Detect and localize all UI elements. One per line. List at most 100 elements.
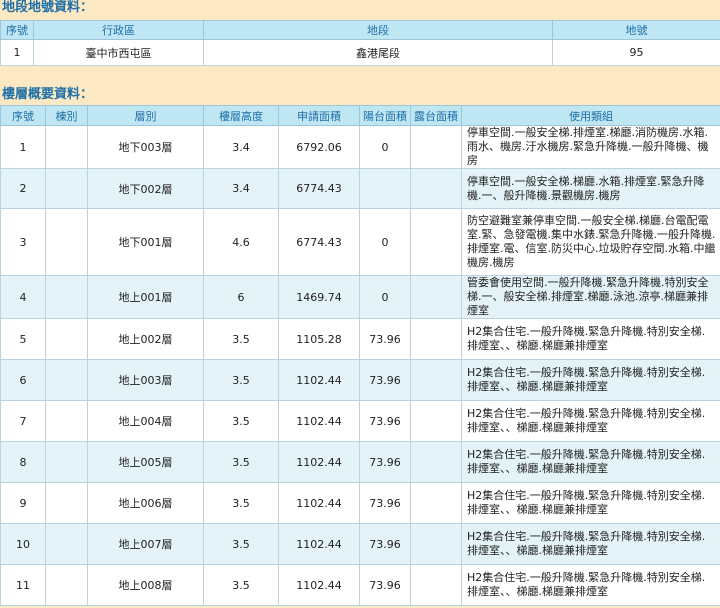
land-header-index: 序號 (0, 20, 34, 40)
floor-cell-balcony: 73.96 (359, 564, 411, 606)
floor-header-area: 申請面積 (278, 105, 360, 126)
floor-cell-usage: H2集合住宅.一般升降機.緊急升降機.特別安全梯.排煙室、、梯廳.梯廳兼排煙室 (461, 523, 720, 565)
floor-cell-index: 8 (0, 441, 46, 483)
floor-cell-height: 3.5 (203, 482, 279, 524)
floor-row: 10 地上007層 3.5 1102.44 73.96 H2集合住宅.一般升降機.緊急升降… (0, 523, 720, 565)
floor-cell-terrace (410, 275, 462, 319)
land-table: 序號 行政區 地段 地號 1 臺中市西屯區 鑫港尾段 95 (0, 20, 720, 66)
floor-cell-index: 5 (0, 318, 46, 360)
floor-header-height: 樓層高度 (203, 105, 279, 126)
floor-cell-building (45, 208, 88, 276)
floor-row: 7 地上004層 3.5 1102.44 73.96 H2集合住宅.一般升降機.緊急升降機… (0, 400, 720, 442)
floor-cell-height: 4.6 (203, 208, 279, 276)
floor-row: 1 地下003層 3.4 6792.06 0 停車空間.一般安全梯.排煙室.梯廳.消防機房… (0, 125, 720, 169)
floor-cell-usage: 停車空間.一般安全梯.梯廳.水箱.排煙室.緊急升降機.一、般升降機.景觀機房.機… (461, 168, 720, 209)
floor-cell-terrace (410, 125, 462, 169)
floor-cell-building (45, 125, 88, 169)
floor-cell-usage: H2集合住宅.一般升降機.緊急升降機.特別安全梯.排煙室、、梯廳.梯廳兼排煙室 (461, 441, 720, 483)
floor-header-level: 層別 (87, 105, 204, 126)
floor-cell-index: 2 (0, 168, 46, 209)
floor-cell-terrace (410, 523, 462, 565)
floor-cell-building (45, 168, 88, 209)
land-cell-index: 1 (0, 39, 34, 66)
floor-row: 2 地下002層 3.4 6774.43 停車空間.一般安全梯.梯廳.水箱.排煙室.緊急… (0, 168, 720, 209)
floor-cell-usage: 停車空間.一般安全梯.排煙室.梯廳.消防機房.水箱.雨水、機房.汙水機房.緊急升… (461, 125, 720, 169)
floor-cell-usage: H2集合住宅.一般升降機.緊急升降機.特別安全梯.排煙室、、梯廳.梯廳兼排煙室 (461, 400, 720, 442)
floor-cell-area: 1102.44 (278, 400, 360, 442)
floor-cell-area: 1102.44 (278, 482, 360, 524)
floor-row: 8 地上005層 3.5 1102.44 73.96 H2集合住宅.一般升降機.緊急升降機… (0, 441, 720, 483)
floor-header-terrace: 露台面積 (410, 105, 462, 126)
floor-cell-index: 10 (0, 523, 46, 565)
floor-cell-building (45, 523, 88, 565)
land-section-title: 地段地號資料： (2, 0, 94, 15)
floor-cell-building (45, 318, 88, 360)
land-cell-section: 鑫港尾段 (203, 39, 553, 66)
floor-cell-index: 11 (0, 564, 46, 606)
floor-cell-level: 地上005層 (87, 441, 204, 483)
floor-cell-index: 6 (0, 359, 46, 401)
floor-cell-building (45, 359, 88, 401)
floor-cell-area: 6792.06 (278, 125, 360, 169)
floor-cell-level: 地下002層 (87, 168, 204, 209)
floor-cell-terrace (410, 208, 462, 276)
floor-section-title: 樓層概要資料： (2, 87, 94, 102)
floor-cell-area: 1469.74 (278, 275, 360, 319)
floor-cell-balcony: 73.96 (359, 400, 411, 442)
floor-cell-usage: H2集合住宅.一般升降機.緊急升降機.特別安全梯.排煙室、、梯廳.梯廳兼排煙室 (461, 564, 720, 606)
floor-cell-area: 1102.44 (278, 441, 360, 483)
floor-header-index: 序號 (0, 105, 46, 126)
floor-cell-level: 地上006層 (87, 482, 204, 524)
floor-cell-balcony: 0 (359, 275, 411, 319)
floor-row: 4 地上001層 6 1469.74 0 管委會使用空間.一般升降機.緊急升降機.特別安全… (0, 275, 720, 319)
floor-table: 序號 棟別 層別 樓層高度 申請面積 陽台面積 露台面積 使用類組 1 地下003… (0, 105, 720, 606)
floor-cell-area: 6774.43 (278, 168, 360, 209)
floor-cell-index: 1 (0, 125, 46, 169)
floor-row: 6 地上003層 3.5 1102.44 73.96 H2集合住宅.一般升降機.緊急升降機… (0, 359, 720, 401)
floor-cell-height: 3.5 (203, 318, 279, 360)
floor-cell-height: 3.4 (203, 125, 279, 169)
floor-cell-level: 地上008層 (87, 564, 204, 606)
floor-cell-balcony (359, 168, 411, 209)
floor-cell-building (45, 482, 88, 524)
floor-cell-building (45, 564, 88, 606)
floor-cell-terrace (410, 400, 462, 442)
floor-cell-balcony: 0 (359, 208, 411, 276)
floor-cell-level: 地上003層 (87, 359, 204, 401)
land-cell-lot: 95 (552, 39, 720, 66)
floor-cell-level: 地下001層 (87, 208, 204, 276)
floor-cell-level: 地上007層 (87, 523, 204, 565)
floor-cell-terrace (410, 441, 462, 483)
floor-row: 11 地上008層 3.5 1102.44 73.96 H2集合住宅.一般升降機.緊急升降… (0, 564, 720, 606)
floor-header-building: 棟別 (45, 105, 88, 126)
floor-cell-area: 6774.43 (278, 208, 360, 276)
land-header-section: 地段 (203, 20, 553, 40)
land-cell-district: 臺中市西屯區 (33, 39, 204, 66)
floor-cell-balcony: 73.96 (359, 318, 411, 360)
floor-cell-index: 3 (0, 208, 46, 276)
floor-row: 5 地上002層 3.5 1105.28 73.96 H2集合住宅.一般升降機.緊急升降機… (0, 318, 720, 360)
floor-cell-area: 1102.44 (278, 523, 360, 565)
floor-cell-usage: 防空避難室兼停車空間.一般安全梯.梯廳.台電配電室.緊、急發電機.集中水錶.緊急… (461, 208, 720, 276)
floor-cell-balcony: 73.96 (359, 482, 411, 524)
floor-cell-area: 1105.28 (278, 318, 360, 360)
floor-cell-height: 3.4 (203, 168, 279, 209)
floor-cell-building (45, 441, 88, 483)
floor-cell-height: 3.5 (203, 523, 279, 565)
land-row: 1 臺中市西屯區 鑫港尾段 95 (0, 39, 720, 66)
floor-cell-terrace (410, 168, 462, 209)
floor-cell-balcony: 73.96 (359, 359, 411, 401)
floor-cell-balcony: 0 (359, 125, 411, 169)
floor-cell-index: 7 (0, 400, 46, 442)
floor-cell-terrace (410, 318, 462, 360)
land-header-row: 序號 行政區 地段 地號 (0, 20, 720, 40)
floor-cell-area: 1102.44 (278, 564, 360, 606)
floor-cell-building (45, 400, 88, 442)
floor-cell-terrace (410, 564, 462, 606)
floor-cell-height: 3.5 (203, 400, 279, 442)
floor-cell-area: 1102.44 (278, 359, 360, 401)
floor-cell-usage: 管委會使用空間.一般升降機.緊急升降機.特別安全梯.一、般安全梯.排煙室.梯廳.… (461, 275, 720, 319)
floor-header-usage: 使用類組 (461, 105, 720, 126)
land-header-district: 行政區 (33, 20, 204, 40)
land-header-lot: 地號 (552, 20, 720, 40)
